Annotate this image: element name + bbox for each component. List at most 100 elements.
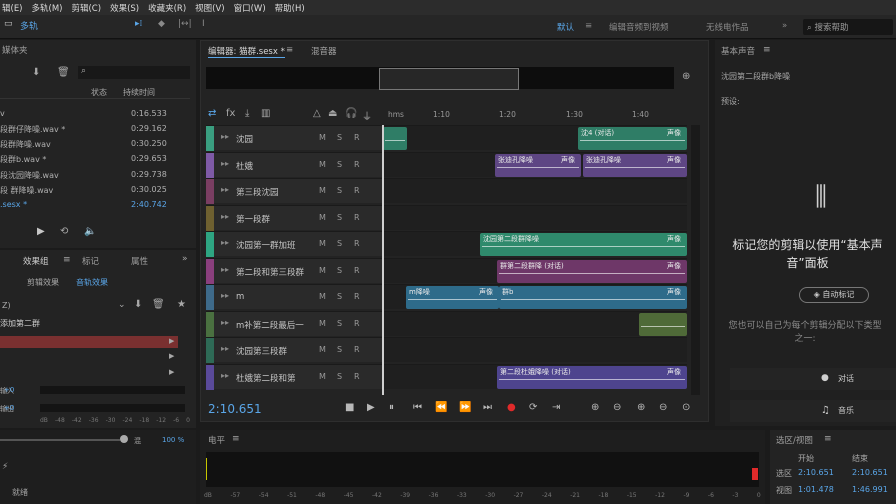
track-expand-icon[interactable]: ▸▸ xyxy=(221,159,229,168)
track-expand-icon[interactable]: ▸▸ xyxy=(221,318,229,327)
type-music-button[interactable]: ♫ 音乐 xyxy=(730,400,896,422)
mix-slider-handle[interactable] xyxy=(120,435,128,443)
record-arm-button[interactable]: R xyxy=(354,266,360,275)
record-arm-button[interactable]: R xyxy=(354,186,360,195)
tab-editor[interactable]: 编辑器: 猫群.sesx * xyxy=(208,45,285,58)
mute-button[interactable]: M xyxy=(319,186,326,195)
track-automation-icon[interactable]: ⏏ xyxy=(328,108,337,119)
preset-select[interactable]: Z) xyxy=(2,301,11,310)
track-header[interactable]: ▸▸ 第二段和第三段群 M S R xyxy=(206,257,382,284)
track-name[interactable]: 杜娥第二段和第 xyxy=(236,372,296,384)
menu-effects[interactable]: 效果(S) xyxy=(110,2,139,14)
track-name[interactable]: 第三段沈园 xyxy=(236,186,279,198)
audio-clip[interactable] xyxy=(383,127,407,150)
track-header[interactable]: ▸▸ 沈园第三段群 M S R xyxy=(206,337,382,363)
more-tabs-icon[interactable]: » xyxy=(182,254,188,264)
menu-clip[interactable]: 剪辑(C) xyxy=(71,2,101,14)
track-expand-icon[interactable]: ▸▸ xyxy=(221,132,229,141)
track-lane[interactable] xyxy=(383,178,687,203)
preset-dropdown-icon[interactable]: ⌄ xyxy=(118,300,126,310)
zoom-icon[interactable]: ⊕ xyxy=(682,71,690,82)
slot-arrow-icon[interactable]: ▶ xyxy=(169,337,174,345)
delete-icon[interactable]: 🗑 xyxy=(57,67,70,78)
delete-preset-icon[interactable]: 🗑 xyxy=(152,299,165,310)
zoom-full-icon[interactable]: ⊙ xyxy=(682,402,690,413)
loop-playback-icon[interactable]: ⟳ xyxy=(529,402,537,413)
essential-sound-menu-icon[interactable]: ≡ xyxy=(763,45,771,55)
record-arm-button[interactable]: R xyxy=(354,345,360,354)
solo-button[interactable]: S xyxy=(337,239,342,248)
help-search-input[interactable]: ⌕ 搜索帮助 xyxy=(803,19,893,35)
track-header[interactable]: ▸▸ 杜娥第二段和第 M S R xyxy=(206,363,382,390)
track-name[interactable]: 第二段和第三段群 xyxy=(236,266,304,278)
selection-view-menu-icon[interactable]: ≡ xyxy=(824,434,832,444)
waveform-icon[interactable]: ▭ xyxy=(4,19,13,29)
output-level-value[interactable]: +0 xyxy=(4,404,14,412)
snap-icon[interactable]: ⏚ xyxy=(362,108,372,123)
solo-button[interactable]: S xyxy=(337,319,342,328)
track-lane[interactable]: 沈4 (对话) 声像 xyxy=(383,125,687,150)
tab-effects-rack[interactable]: 效果组 xyxy=(23,255,49,267)
mute-button[interactable]: M xyxy=(319,319,326,328)
go-to-end-icon[interactable]: ⏭ xyxy=(483,402,492,413)
playhead[interactable] xyxy=(382,125,384,395)
record-arm-button[interactable]: R xyxy=(354,133,360,142)
solo-button[interactable]: S xyxy=(337,266,342,275)
mute-button[interactable]: M xyxy=(319,160,326,169)
file-item[interactable]: 段群降噪.wav xyxy=(0,139,51,150)
more-workspaces-icon[interactable]: » xyxy=(782,21,787,31)
track-header[interactable]: ▸▸ 第一段群 M S R xyxy=(206,204,382,231)
track-lane[interactable]: 沈园第二段群降噪 声像 xyxy=(383,231,687,256)
track-name[interactable]: 沈园第一群加班 xyxy=(236,239,296,251)
track-header[interactable]: ▸▸ m M S R xyxy=(206,284,382,310)
menu-view[interactable]: 视图(V) xyxy=(195,2,224,14)
selection-start[interactable]: 2:10.651 xyxy=(798,468,834,477)
track-lane[interactable]: 第二段杜娥降噪 (对话) 声像 xyxy=(383,363,687,389)
record-arm-button[interactable]: R xyxy=(354,239,360,248)
input-level-value[interactable]: +0 xyxy=(4,386,14,394)
eq-icon[interactable]: ▥ xyxy=(261,108,270,119)
metronome-icon[interactable]: △ xyxy=(313,108,321,119)
zoom-in-time-icon[interactable]: ⊕ xyxy=(637,402,645,413)
menu-edit[interactable]: 辑(E) xyxy=(2,2,23,14)
workspace-menu-icon[interactable]: ≡ xyxy=(585,21,592,31)
vertical-scrollbar[interactable] xyxy=(691,125,700,395)
selection-end[interactable]: 2:10.651 xyxy=(852,468,888,477)
fx-icon[interactable]: fx xyxy=(226,108,235,119)
timeline-ruler[interactable]: hms 1:10 1:20 1:30 1:40 xyxy=(388,110,688,122)
menu-help[interactable]: 帮助(H) xyxy=(275,2,305,14)
mute-button[interactable]: M xyxy=(319,292,326,301)
audio-clip[interactable]: 群第二段群降 (对话) 声像 xyxy=(497,259,687,283)
favorite-star-icon[interactable]: ★ xyxy=(177,299,186,310)
file-item-session[interactable]: .sesx * xyxy=(0,200,27,209)
solo-button[interactable]: S xyxy=(337,186,342,195)
file-item[interactable]: 段 群降噪.wav xyxy=(0,185,53,196)
import-icon[interactable]: ⬇ xyxy=(32,67,40,78)
loop-icon[interactable]: ⟲ xyxy=(60,226,68,237)
track-name[interactable]: 第一段群 xyxy=(236,213,270,225)
menu-favorites[interactable]: 收藏夹(R) xyxy=(148,2,186,14)
track-name[interactable]: 杜娥 xyxy=(236,160,253,172)
menu-window[interactable]: 窗口(W) xyxy=(234,2,266,14)
audio-clip[interactable]: 张迪孔降噪 声像 xyxy=(583,153,687,177)
multitrack-button[interactable]: 多轨 xyxy=(20,19,38,32)
tab-properties[interactable]: 属性 xyxy=(131,255,148,267)
track-lane[interactable] xyxy=(383,204,687,230)
subtab-clip-effects[interactable]: 剪辑效果 xyxy=(27,277,59,288)
type-dialog-button[interactable]: ● 对话 xyxy=(730,368,896,390)
zoom-out-time-icon[interactable]: ⊖ xyxy=(659,402,667,413)
track-header[interactable]: ▸▸ 沈园 M S R xyxy=(206,125,382,151)
file-item[interactable]: 段群仔降噪.wav * xyxy=(0,124,65,135)
slip-tool-icon[interactable]: |↔| xyxy=(178,19,192,29)
go-to-start-icon[interactable]: ⏮ xyxy=(413,402,422,413)
razor-tool-icon[interactable]: ◆ xyxy=(158,19,165,29)
audio-clip[interactable]: 第二段杜娥降噪 (对话) 声像 xyxy=(497,365,687,389)
audio-clip[interactable]: 群b 声像 xyxy=(499,286,687,309)
workspace-radio[interactable]: 无线电作品 xyxy=(706,21,749,33)
save-preset-icon[interactable]: ⬇ xyxy=(134,299,142,310)
auto-tag-button[interactable]: ◈ 自动标记 xyxy=(799,287,869,303)
stop-icon[interactable]: ■ xyxy=(345,402,354,413)
volume-icon[interactable]: 🔈 xyxy=(84,226,96,237)
effect-slot-selected[interactable] xyxy=(0,336,178,348)
mix-slider-track[interactable] xyxy=(0,439,120,441)
